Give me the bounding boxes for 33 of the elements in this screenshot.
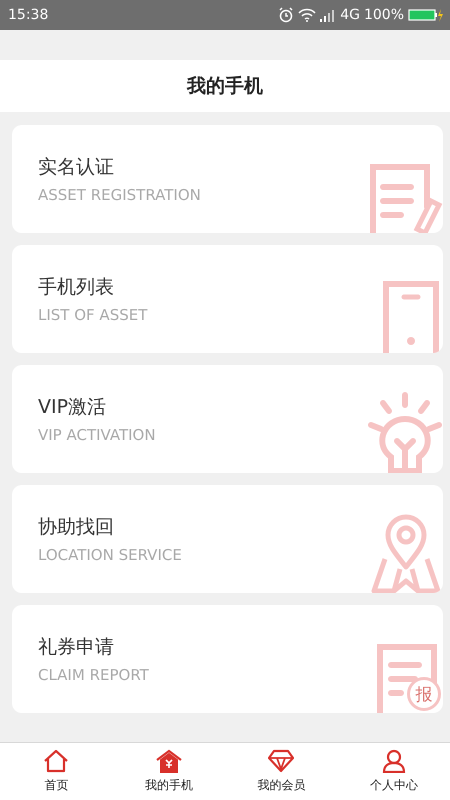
map-pin-icon xyxy=(371,513,441,593)
card-title: 礼券申请 xyxy=(38,635,115,660)
battery-percent: 100% xyxy=(364,7,404,23)
card-title: 协助找回 xyxy=(38,515,115,540)
document-edit-icon xyxy=(369,161,443,233)
phone-icon xyxy=(383,281,439,353)
card-subtitle: CLAIM REPORT xyxy=(38,666,150,684)
light-bulb-icon xyxy=(367,391,443,473)
nav-tab[interactable]: 我的手机 xyxy=(112,743,225,800)
card-title: VIP激活 xyxy=(38,395,108,420)
card-subtitle: VIP ACTIVATION xyxy=(38,426,157,444)
report-badge: 报 xyxy=(407,677,441,711)
card-title: 手机列表 xyxy=(38,275,115,300)
nav-tab[interactable]: 我的会员 xyxy=(225,743,338,800)
nav-tab[interactable]: 个人中心 xyxy=(338,743,450,800)
document-icon xyxy=(377,643,439,713)
network-type: 4G xyxy=(340,7,360,23)
menu-card[interactable]: 礼券申请 CLAIM REPORT 报 xyxy=(12,605,443,713)
card-title: 实名认证 xyxy=(38,155,115,180)
status-time: 15:38 xyxy=(8,7,48,23)
menu-card[interactable]: 手机列表 LIST OF ASSET xyxy=(12,245,443,353)
alarm-icon xyxy=(278,7,294,23)
card-subtitle: ASSET REGISTRATION xyxy=(38,186,202,204)
menu-card[interactable]: 实名认证 ASSET REGISTRATION xyxy=(12,125,443,233)
card-subtitle: LIST OF ASSET xyxy=(38,306,148,324)
nav-tab[interactable]: 首页 xyxy=(0,743,112,800)
signal-icon xyxy=(320,8,336,22)
card-subtitle: LOCATION SERVICE xyxy=(38,546,183,564)
page-title: 我的手机 xyxy=(187,74,263,99)
menu-card[interactable]: 协助找回 LOCATION SERVICE xyxy=(12,485,443,593)
wifi-icon xyxy=(298,8,316,22)
battery-charging-icon xyxy=(408,8,444,22)
menu-card[interactable]: VIP激活 VIP ACTIVATION xyxy=(12,365,443,473)
